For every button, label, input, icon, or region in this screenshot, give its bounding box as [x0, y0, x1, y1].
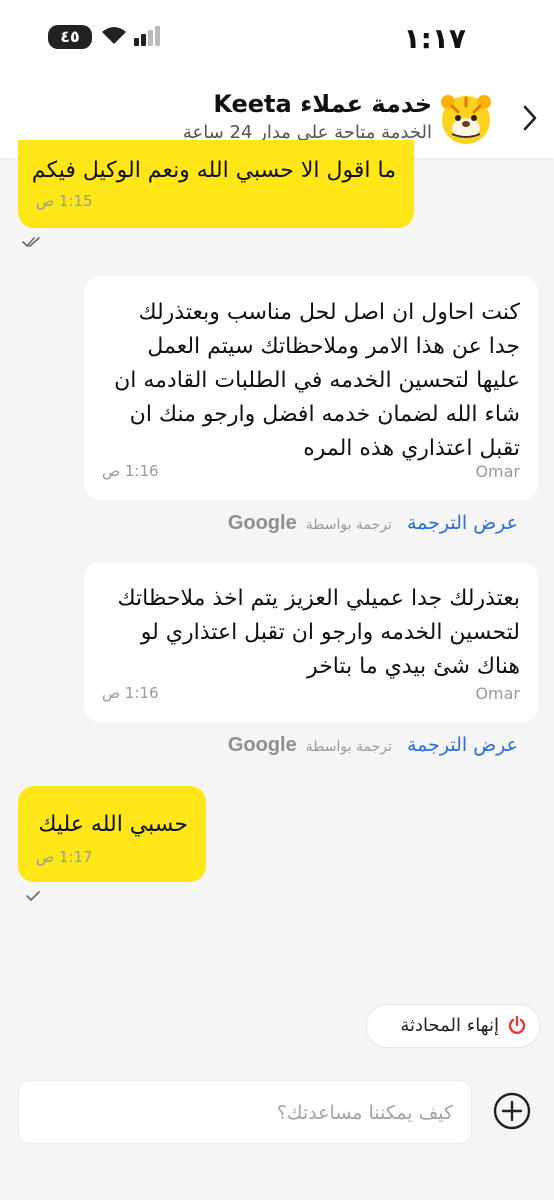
message-time: 1:15 ص: [36, 192, 93, 210]
agent-message-bubble: كنت احاول ان اصل لحل مناسب وبعتذرلك جدا …: [84, 276, 538, 500]
message-time: 1:16 ص: [102, 462, 159, 480]
end-chat-label: إنهاء المحادثة: [400, 1015, 499, 1036]
chat-title: خدمة عملاء Keeta: [213, 90, 432, 118]
clock: ١:١٧: [403, 22, 466, 55]
message-input[interactable]: [31, 1081, 455, 1145]
message-text: كنت احاول ان اصل لحل مناسب وبعتذرلك جدا …: [114, 300, 520, 461]
message-text: حسبي الله عليك: [38, 812, 188, 837]
translation-row: عرض الترجمة ترجمة بواسطة Google: [228, 734, 518, 757]
show-translation-link[interactable]: عرض الترجمة: [407, 512, 518, 534]
message-time: 1:16 ص: [102, 684, 159, 702]
show-translation-link[interactable]: عرض الترجمة: [407, 734, 518, 756]
translation-row: عرض الترجمة ترجمة بواسطة Google: [228, 512, 518, 535]
check-icon: [26, 891, 40, 902]
agent-message-bubble: بعتذرلك جدا عميلي العزيز يتم اخذ ملاحظات…: [84, 562, 538, 722]
signal-icon: [134, 26, 160, 46]
translated-by-label: ترجمة بواسطة: [305, 739, 392, 755]
message-composer: [18, 1080, 472, 1145]
message-text: بعتذرلك جدا عميلي العزيز يتم اخذ ملاحظات…: [117, 586, 520, 679]
double-check-icon: [22, 237, 40, 248]
battery-indicator: ٤٥: [48, 25, 92, 49]
power-icon: [508, 1015, 526, 1034]
sender-name: Omar: [475, 684, 520, 703]
add-attachment-icon[interactable]: [492, 1091, 532, 1131]
user-message-bubble: حسبي الله عليك 1:17 ص: [18, 786, 206, 882]
message-time: 1:17 ص: [36, 848, 93, 866]
sender-name: Omar: [475, 462, 520, 481]
status-bar: ٤٥ ١:١٧: [0, 0, 554, 78]
chevron-right-icon[interactable]: [522, 104, 538, 132]
end-chat-button[interactable]: إنهاء المحادثة: [366, 1004, 540, 1048]
google-logo: Google: [227, 512, 297, 534]
wifi-icon: [102, 27, 126, 44]
tiger-mascot-avatar: [441, 95, 491, 144]
google-logo: Google: [227, 734, 297, 756]
message-text: ما اقول الا حسبي الله ونعم الوكيل فيكم: [31, 158, 396, 183]
user-message-bubble: ما اقول الا حسبي الله ونعم الوكيل فيكم 1…: [18, 140, 414, 228]
translated-by-label: ترجمة بواسطة: [305, 517, 392, 533]
